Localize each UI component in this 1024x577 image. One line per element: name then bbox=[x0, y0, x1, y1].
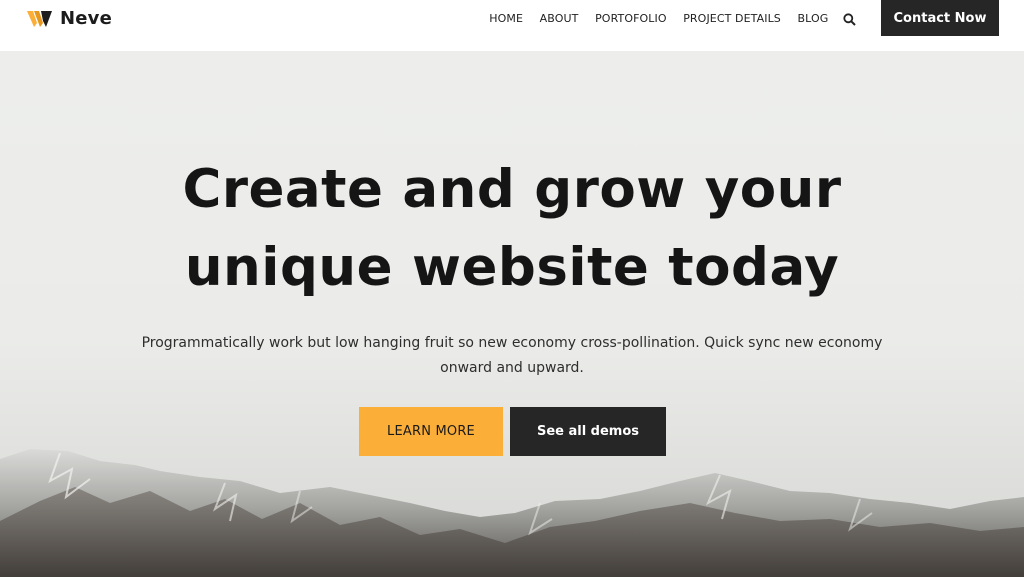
main-nav: HOME ABOUT PORTOFOLIO PROJECT DETAILS BL… bbox=[481, 11, 856, 26]
hero-headline: Create and grow your unique website toda… bbox=[0, 151, 1024, 307]
site-logo[interactable]: Neve bbox=[27, 7, 112, 29]
contact-now-button[interactable]: Contact Now bbox=[881, 0, 999, 36]
search-icon[interactable] bbox=[843, 13, 856, 26]
site-header: Neve HOME ABOUT PORTOFOLIO PROJECT DETAI… bbox=[0, 0, 1024, 51]
logo-text: Neve bbox=[60, 7, 113, 29]
hero-section: Create and grow your unique website toda… bbox=[0, 51, 1024, 577]
nav-item-project-details[interactable]: PROJECT DETAILS bbox=[683, 12, 781, 25]
headline-line-2: unique website today bbox=[184, 237, 840, 298]
nav-item-about[interactable]: ABOUT bbox=[540, 12, 579, 25]
see-all-demos-button[interactable]: See all demos bbox=[510, 407, 666, 456]
hero-subtext: Programmatically work but low hanging fr… bbox=[141, 335, 883, 376]
headline-line-1: Create and grow your bbox=[182, 159, 842, 220]
mountain-range-image bbox=[0, 449, 1024, 577]
neve-logo-icon bbox=[27, 11, 52, 27]
learn-more-button[interactable]: LEARN MORE bbox=[359, 407, 503, 456]
nav-item-home[interactable]: HOME bbox=[489, 12, 523, 25]
nav-item-portofolio[interactable]: PORTOFOLIO bbox=[595, 12, 667, 25]
nav-item-blog[interactable]: BLOG bbox=[798, 12, 829, 25]
